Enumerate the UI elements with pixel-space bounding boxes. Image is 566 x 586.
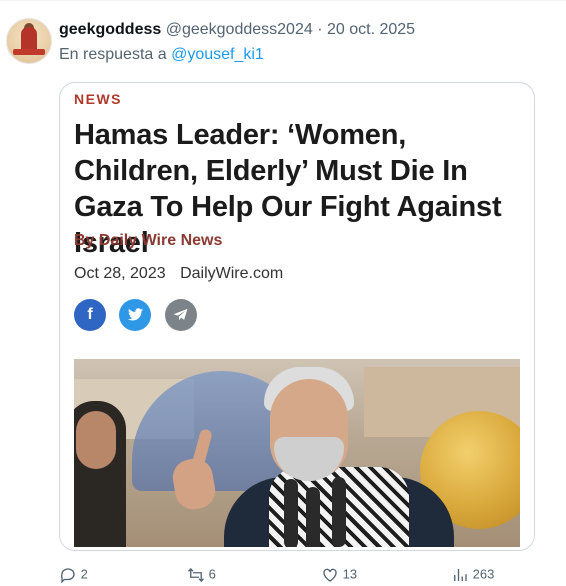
separator-dot: ·: [317, 21, 323, 38]
news-kicker: NEWS: [74, 91, 122, 107]
reply-count: 2: [80, 566, 88, 582]
reply-prefix: En respuesta a: [59, 46, 167, 63]
reply-context: En respuesta a @yousef_ki1: [59, 45, 264, 65]
share-buttons: f: [74, 299, 206, 331]
reply-mention-link[interactable]: @yousef_ki1: [171, 46, 264, 63]
avatar[interactable]: [6, 18, 52, 64]
news-photo: [74, 359, 520, 547]
background-man-face: [76, 411, 116, 469]
retweet-icon: [188, 568, 204, 582]
retweet-button[interactable]: 6: [187, 566, 216, 584]
tweet-date[interactable]: 20 oct. 2025: [327, 21, 415, 38]
views-count: 263: [472, 566, 495, 582]
reply-icon: [60, 568, 75, 584]
tweet-header: geekgoddess @geekgoddess2024 · 20 oct. 2…: [59, 20, 415, 40]
microphone: [306, 487, 320, 547]
facebook-icon: f: [74, 299, 106, 331]
author-name[interactable]: geekgoddess: [59, 21, 161, 38]
telegram-icon: [164, 299, 197, 331]
avatar-banner: [13, 49, 45, 55]
top-divider: [0, 0, 566, 1]
news-image-card[interactable]: NEWS Hamas Leader: ‘Women, Children, Eld…: [59, 82, 535, 551]
microphone: [284, 479, 298, 547]
tweet-actions: 2 6 13 263: [59, 566, 539, 586]
author-handle[interactable]: @geekgoddess2024: [166, 21, 313, 38]
heart-icon: [323, 568, 337, 582]
twitter-icon: [119, 299, 152, 331]
retweet-count: 6: [208, 566, 216, 582]
microphone: [332, 477, 346, 547]
reply-button[interactable]: 2: [59, 566, 88, 584]
like-button[interactable]: 13: [321, 566, 357, 584]
news-date: Oct 28, 2023: [74, 265, 166, 282]
news-byline: By Daily Wire News: [74, 232, 223, 249]
news-dateline: Oct 28, 2023 DailyWire.com: [74, 265, 283, 283]
news-source: DailyWire.com: [180, 265, 284, 282]
views-button[interactable]: 263: [451, 566, 494, 584]
views-chart-icon: [454, 569, 467, 581]
like-count: 13: [342, 566, 358, 582]
